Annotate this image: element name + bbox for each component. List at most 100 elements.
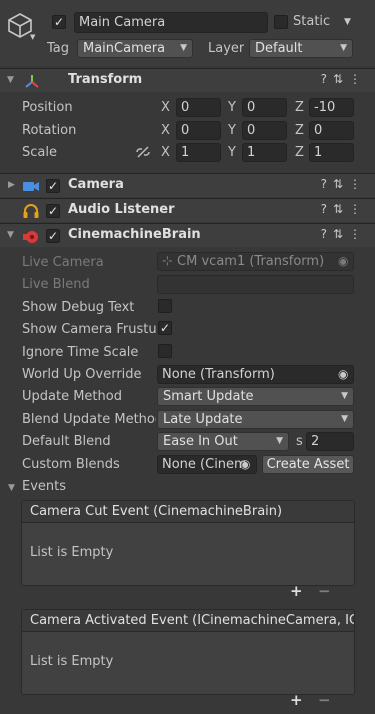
scale-z-label[interactable]: Z [295,145,304,160]
rotation-x-label[interactable]: X [161,123,170,138]
camera-cut-event-remove-button[interactable]: − [318,582,331,600]
camera-header[interactable]: ▶ ✓ Camera ?⇅⋮ [0,173,375,197]
transform-header-icons[interactable]: ?⇅⋮ [321,72,367,86]
default-blend-unit-label: s [296,434,303,449]
transform-object-icon: ⊹ [162,254,173,269]
camera-title: Camera [68,177,124,192]
rotation-z-field[interactable]: 0 [309,121,354,140]
default-blend-time-field[interactable]: 2 [306,432,354,451]
camera-cut-event-add-button[interactable]: + [290,582,303,600]
transform-header[interactable]: ▼ Transform ?⇅⋮ [0,68,375,92]
scale-y-field[interactable]: 1 [242,143,287,162]
camera-activated-event-add-button[interactable]: + [290,691,303,709]
settings-icon[interactable]: ⇅ [333,227,349,241]
rotation-y-label[interactable]: Y [228,123,236,138]
live-camera-picker-icon: ◉ [338,254,349,268]
show-debug-text-checkbox[interactable] [158,299,172,313]
icon-dropdown-caret-icon[interactable]: ▼ [30,33,35,41]
scale-label: Scale [22,145,57,160]
scale-x-label[interactable]: X [161,145,170,160]
active-checkbox[interactable]: ✓ [52,15,66,29]
constrain-proportions-icon[interactable] [135,145,151,159]
cinemachine-brain-header-icons[interactable]: ?⇅⋮ [321,227,367,241]
transform-foldout-icon[interactable]: ▼ [7,75,14,85]
scale-x-field[interactable]: 1 [176,143,221,162]
default-blend-caret-icon: ▼ [276,436,283,446]
custom-blends-label: Custom Blends [22,457,120,472]
camera-activated-event-remove-button[interactable]: − [318,691,331,709]
camera-cut-event-empty-text: List is Empty [30,545,114,560]
tag-caret-icon: ▼ [180,43,187,53]
rotation-label: Rotation [22,123,77,138]
live-camera-value: CM vcam1 (Transform) [177,254,325,269]
position-y-label[interactable]: Y [228,100,236,115]
blend-update-method-dropdown[interactable]: Late Update ▼ [157,410,354,429]
update-method-value: Smart Update [163,389,254,404]
help-icon[interactable]: ? [321,202,333,216]
audio-listener-title: Audio Listener [68,202,175,217]
camera-activated-event-empty-text: List is Empty [30,654,114,669]
camera-foldout-icon[interactable]: ▶ [8,180,15,190]
cinemachine-brain-header[interactable]: ▼ ✓ CinemachineBrain ?⇅⋮ [0,223,375,247]
world-up-override-picker-icon[interactable]: ◉ [338,367,348,381]
gameobject-header: ▼ ✓ Main Camera Static ▼ Tag MainCamera … [0,0,375,66]
tag-dropdown[interactable]: MainCamera ▼ [77,39,193,58]
cinemachine-brain-foldout-icon[interactable]: ▼ [7,230,14,240]
transform-title: Transform [68,72,143,87]
rotation-z-label[interactable]: Z [295,123,304,138]
audio-listener-enabled-checkbox[interactable]: ✓ [46,204,60,218]
static-dropdown-icon[interactable]: ▼ [344,17,351,27]
position-x-field[interactable]: 0 [176,98,221,117]
layer-dropdown[interactable]: Default ▼ [249,39,353,58]
audio-listener-header-icons[interactable]: ?⇅⋮ [321,202,367,216]
default-blend-dropdown[interactable]: Ease In Out ▼ [157,432,289,451]
context-menu-icon[interactable]: ⋮ [349,72,367,86]
settings-icon[interactable]: ⇅ [333,177,349,191]
camera-cut-event-list: Camera Cut Event (CinemachineBrain) List… [21,500,355,586]
help-icon[interactable]: ? [321,177,333,191]
rotation-x-field[interactable]: 0 [176,121,221,140]
rotation-y-field[interactable]: 0 [242,121,287,140]
position-y-field[interactable]: 0 [242,98,287,117]
camera-activated-event-header: Camera Activated Event (ICinemachineCame… [22,610,354,632]
position-label: Position [22,100,73,115]
context-menu-icon[interactable]: ⋮ [349,177,367,191]
camera-header-icons[interactable]: ?⇅⋮ [321,177,367,191]
headphones-icon [23,204,39,218]
update-method-dropdown[interactable]: Smart Update ▼ [157,387,354,406]
camera-cut-event-header: Camera Cut Event (CinemachineBrain) [22,501,354,523]
tag-label: Tag [47,41,70,56]
ignore-time-scale-checkbox[interactable] [158,344,172,358]
events-label[interactable]: Events [22,479,66,494]
help-icon[interactable]: ? [321,227,333,241]
position-z-label[interactable]: Z [295,100,304,115]
scale-y-label[interactable]: Y [228,145,236,160]
events-foldout-icon[interactable]: ▼ [8,483,15,493]
live-camera-label: Live Camera [22,255,104,270]
world-up-override-label: World Up Override [22,367,142,382]
gameobject-name-field[interactable]: Main Camera [74,12,268,33]
settings-icon[interactable]: ⇅ [333,72,349,86]
static-checkbox[interactable] [274,15,288,29]
show-debug-text-label: Show Debug Text [22,300,135,315]
context-menu-icon[interactable]: ⋮ [349,202,367,216]
update-method-caret-icon: ▼ [341,391,348,401]
cinemachine-brain-title: CinemachineBrain [68,227,201,242]
help-icon[interactable]: ? [321,72,333,86]
scale-z-field[interactable]: 1 [309,143,354,162]
world-up-override-field[interactable]: None (Transform) [157,365,354,384]
cinemachine-brain-enabled-checkbox[interactable]: ✓ [46,229,60,243]
position-z-field[interactable]: -10 [309,98,354,117]
create-asset-button[interactable]: Create Asset [262,455,354,474]
layer-value: Default [255,41,303,56]
settings-icon[interactable]: ⇅ [333,202,349,216]
show-camera-frustum-label: Show Camera Frustum [22,322,156,337]
camera-enabled-checkbox[interactable]: ✓ [46,179,60,193]
position-x-label[interactable]: X [161,100,170,115]
audio-listener-header[interactable]: ✓ Audio Listener ?⇅⋮ [0,198,375,222]
custom-blends-picker-icon[interactable]: ◉ [240,457,250,471]
show-camera-frustum-checkbox[interactable]: ✓ [158,321,172,335]
context-menu-icon[interactable]: ⋮ [349,227,367,241]
layer-caret-icon: ▼ [340,43,347,53]
default-blend-value: Ease In Out [163,434,238,449]
